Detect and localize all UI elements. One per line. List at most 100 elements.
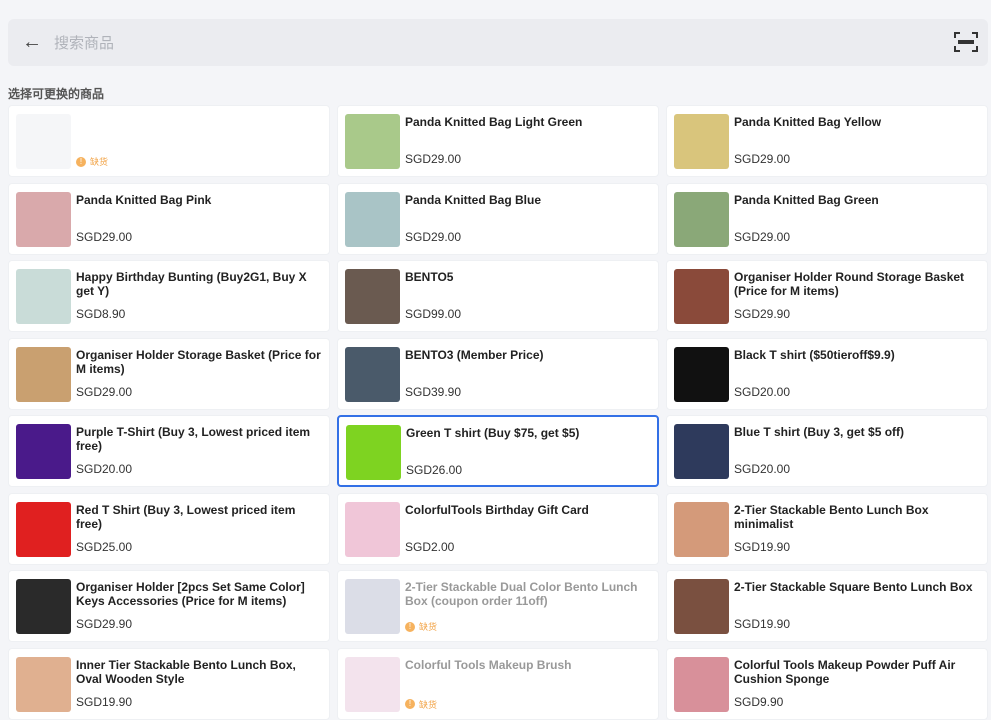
product-name: ColorfulTools Birthday Gift Card xyxy=(405,503,650,517)
product-image xyxy=(674,114,729,169)
product-image xyxy=(345,657,400,712)
product-price: SGD9.90 xyxy=(734,695,783,709)
product-card[interactable]: Purple T-Shirt (Buy 3, Lowest priced ite… xyxy=(8,415,330,487)
product-price: SGD39.90 xyxy=(405,385,461,399)
product-image xyxy=(346,425,401,480)
product-card[interactable]: BENTO3 (Member Price) SGD39.90 xyxy=(337,338,659,410)
product-name: Blue T shirt (Buy 3, get $5 off) xyxy=(734,425,979,439)
product-price: SGD26.00 xyxy=(406,463,462,477)
out-of-stock-label: 缺货 xyxy=(419,620,437,633)
out-of-stock-badge: ! 缺货 xyxy=(405,620,437,633)
product-name: 2-Tier Stackable Bento Lunch Box minimal… xyxy=(734,503,979,531)
product-image xyxy=(674,269,729,324)
product-name: Colorful Tools Makeup Powder Puff Air Cu… xyxy=(734,658,979,686)
product-image xyxy=(16,657,71,712)
product-image xyxy=(674,192,729,247)
product-name: BENTO5 xyxy=(405,270,650,284)
product-card[interactable]: Panda Knitted Bag Light Green SGD29.00 xyxy=(337,105,659,177)
product-name: Purple T-Shirt (Buy 3, Lowest priced ite… xyxy=(76,425,321,453)
product-image xyxy=(674,579,729,634)
product-card[interactable]: Blue T shirt (Buy 3, get $5 off) SGD20.00 xyxy=(666,415,988,487)
product-card[interactable]: Inner Tier Stackable Bento Lunch Box, Ov… xyxy=(8,648,330,720)
product-price: SGD19.90 xyxy=(734,617,790,631)
product-image xyxy=(674,347,729,402)
product-image xyxy=(345,579,400,634)
product-image xyxy=(674,657,729,712)
product-grid: ! 缺货 Panda Knitted Bag Light Green SGD29.0… xyxy=(8,105,988,720)
product-image xyxy=(16,269,71,324)
product-image xyxy=(345,269,400,324)
product-card[interactable]: BENTO5 SGD99.00 xyxy=(337,260,659,332)
product-name: Panda Knitted Bag Blue xyxy=(405,193,650,207)
product-card[interactable]: Panda Knitted Bag Blue SGD29.00 xyxy=(337,183,659,255)
product-name: 2-Tier Stackable Square Bento Lunch Box xyxy=(734,580,979,594)
product-price: SGD29.00 xyxy=(734,230,790,244)
product-card[interactable]: Panda Knitted Bag Green SGD29.00 xyxy=(666,183,988,255)
product-price: SGD20.00 xyxy=(76,462,132,476)
product-image xyxy=(16,347,71,402)
product-price: SGD20.00 xyxy=(734,462,790,476)
product-name: Panda Knitted Bag Pink xyxy=(76,193,321,207)
product-name: Panda Knitted Bag Green xyxy=(734,193,979,207)
product-card[interactable]: ColorfulTools Birthday Gift Card SGD2.00 xyxy=(337,493,659,565)
product-price: SGD29.90 xyxy=(76,617,132,631)
alert-icon: ! xyxy=(76,157,86,167)
product-price: SGD2.00 xyxy=(405,540,454,554)
product-name: Red T Shirt (Buy 3, Lowest priced item f… xyxy=(76,503,321,531)
product-card[interactable]: Panda Knitted Bag Yellow SGD29.00 xyxy=(666,105,988,177)
product-image xyxy=(16,424,71,479)
product-price: SGD19.90 xyxy=(734,540,790,554)
product-card[interactable]: 2-Tier Stackable Bento Lunch Box minimal… xyxy=(666,493,988,565)
product-price: SGD8.90 xyxy=(76,307,125,321)
barcode-scan-icon[interactable] xyxy=(954,32,978,52)
product-image xyxy=(345,114,400,169)
product-price: SGD25.00 xyxy=(76,540,132,554)
product-card[interactable]: Black T shirt ($50tieroff$9.9)SGD20.00 xyxy=(666,338,988,410)
product-card[interactable]: Panda Knitted Bag Pink SGD29.00 xyxy=(8,183,330,255)
product-image xyxy=(674,424,729,479)
product-name: Colorful Tools Makeup Brush xyxy=(405,658,650,672)
product-image xyxy=(16,114,71,169)
product-card[interactable]: 2-Tier Stackable Dual Color Bento Lunch … xyxy=(337,570,659,642)
out-of-stock-label: 缺货 xyxy=(419,698,437,711)
product-name: Organiser Holder Round Storage Basket (P… xyxy=(734,270,979,298)
product-price: SGD29.00 xyxy=(734,152,790,166)
product-price: SGD99.00 xyxy=(405,307,461,321)
product-card[interactable]: Organiser Holder Storage Basket (Price f… xyxy=(8,338,330,410)
product-price: SGD29.90 xyxy=(734,307,790,321)
product-name: Panda Knitted Bag Light Green xyxy=(405,115,650,129)
product-card[interactable]: 2-Tier Stackable Square Bento Lunch Box S… xyxy=(666,570,988,642)
product-price: SGD19.90 xyxy=(76,695,132,709)
search-input[interactable]: 搜索商品 xyxy=(54,32,114,53)
product-image xyxy=(345,502,400,557)
product-name: Green T shirt (Buy $75, get $5) xyxy=(406,426,649,440)
product-card[interactable]: ! 缺货 xyxy=(8,105,330,177)
product-card[interactable]: Red T Shirt (Buy 3, Lowest priced item f… xyxy=(8,493,330,565)
product-price: SGD29.00 xyxy=(76,385,132,399)
out-of-stock-label: 缺货 xyxy=(90,155,108,168)
product-image xyxy=(16,192,71,247)
product-card[interactable]: Organiser Holder Round Storage Basket (P… xyxy=(666,260,988,332)
alert-icon: ! xyxy=(405,622,415,632)
product-card[interactable]: Organiser Holder [2pcs Set Same Color] K… xyxy=(8,570,330,642)
product-image xyxy=(16,502,71,557)
product-card[interactable]: Green T shirt (Buy $75, get $5) SGD26.00 xyxy=(337,415,659,487)
alert-icon: ! xyxy=(405,699,415,709)
product-image xyxy=(16,579,71,634)
product-name: Black T shirt ($50tieroff$9.9) xyxy=(734,348,979,362)
product-name: Organiser Holder [2pcs Set Same Color] K… xyxy=(76,580,321,608)
out-of-stock-badge: ! 缺货 xyxy=(405,698,437,711)
product-card[interactable]: Colorful Tools Makeup Brush! 缺货 xyxy=(337,648,659,720)
product-card[interactable]: Happy Birthday Bunting (Buy2G1, Buy X ge… xyxy=(8,260,330,332)
product-name: Panda Knitted Bag Yellow xyxy=(734,115,979,129)
back-arrow-icon[interactable]: ← xyxy=(22,31,42,54)
product-name: Inner Tier Stackable Bento Lunch Box, Ov… xyxy=(76,658,321,686)
product-name: BENTO3 (Member Price) xyxy=(405,348,650,362)
product-price: SGD29.00 xyxy=(405,230,461,244)
product-price: SGD29.00 xyxy=(405,152,461,166)
search-bar: ← 搜索商品 xyxy=(8,19,988,66)
product-name: Happy Birthday Bunting (Buy2G1, Buy X ge… xyxy=(76,270,321,298)
product-image xyxy=(345,192,400,247)
product-card[interactable]: Colorful Tools Makeup Powder Puff Air Cu… xyxy=(666,648,988,720)
product-price: SGD29.00 xyxy=(76,230,132,244)
